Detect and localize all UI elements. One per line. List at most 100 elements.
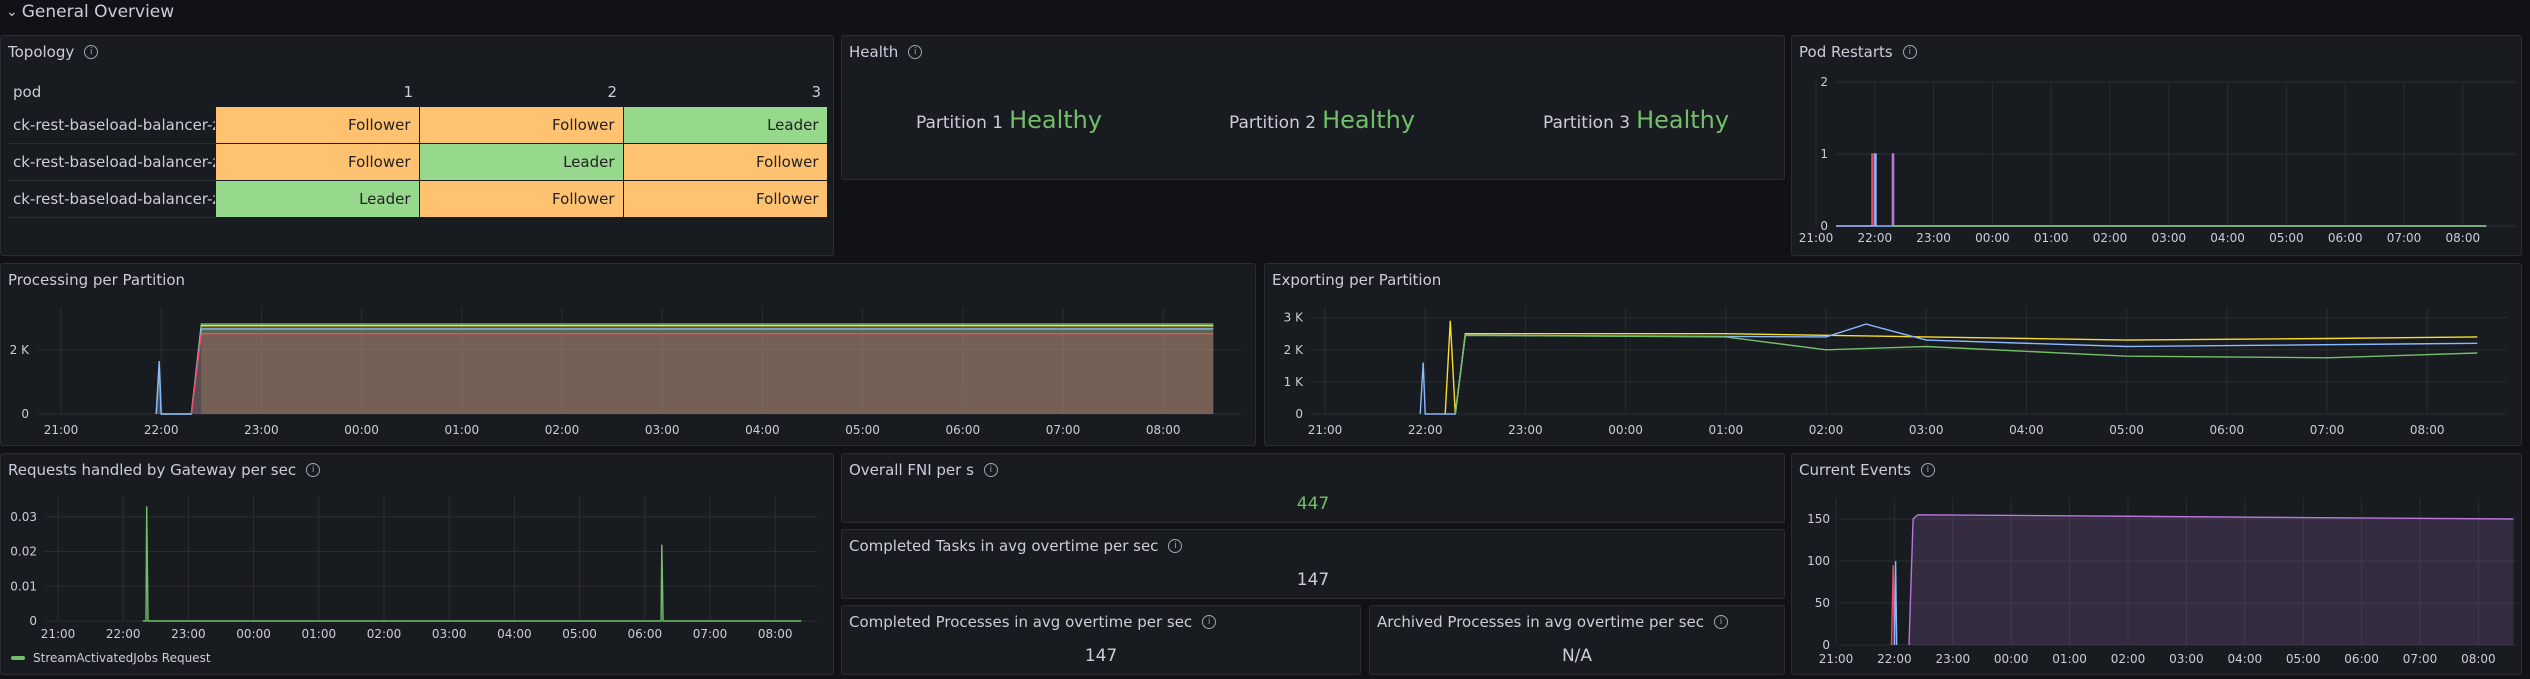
role-cell: Leader bbox=[622, 106, 828, 144]
x-tick-label: 00:00 bbox=[1994, 652, 2029, 666]
role-cell: Follower bbox=[214, 143, 420, 181]
health-panel: Health i Partition 1 Healthy Partition 2 … bbox=[841, 35, 1785, 180]
completed-processes-value: 147 bbox=[1084, 646, 1118, 666]
info-icon[interactable]: i bbox=[84, 45, 99, 59]
legend-swatch bbox=[11, 656, 25, 660]
requests-chart[interactable]: 0 0.01 0.02 0.03 21:00 22:00 23:00 00:00 01:00 02… bbox=[1, 484, 833, 649]
info-icon[interactable]: i bbox=[908, 45, 923, 59]
x-tick-label: 21:00 bbox=[1819, 652, 1854, 666]
processing-panel: Processing per Partition 0 2 K 21:00 22:00 2… bbox=[0, 263, 1256, 446]
x-tick-label: 00:00 bbox=[236, 627, 271, 641]
series-area bbox=[1909, 514, 2514, 645]
x-tick-label: 05:00 bbox=[845, 423, 880, 437]
role-cell: Leader bbox=[418, 143, 624, 181]
x-tick-label: 01:00 bbox=[1709, 423, 1744, 437]
legend-item[interactable]: StreamActivatedJobs Request bbox=[11, 651, 211, 665]
topology-table: pod 1 2 3 ck-rest-baseload-balancer-ze F… bbox=[8, 78, 828, 218]
current-events-panel: Current Events i 0 50 100 150 21:00 22:00 23:00… bbox=[1791, 453, 2522, 675]
y-tick-label: 50 bbox=[1815, 596, 1830, 610]
column-header[interactable]: 1 bbox=[215, 78, 419, 107]
row-title: General Overview bbox=[21, 2, 175, 22]
pod-restarts-chart[interactable]: 01221:00 22:00 23:00 00:00 01:00 02:00 03:00 04… bbox=[1792, 70, 2521, 255]
x-tick-label: 22:00 bbox=[1877, 652, 1912, 666]
x-tick-label: 07:00 bbox=[1046, 423, 1081, 437]
series-line bbox=[1454, 334, 2478, 415]
x-tick-label: 22:00 bbox=[144, 423, 179, 437]
exporting-panel: Exporting per Partition 0 1 K 2 K 3 K 21:00 2… bbox=[1264, 263, 2522, 446]
role-cell: Follower bbox=[418, 106, 624, 144]
y-tick-label: 100 bbox=[1807, 554, 1830, 568]
y-tick-label: 2 K bbox=[10, 343, 30, 357]
y-tick-label: 3 K bbox=[1284, 311, 1304, 325]
x-tick-label: 23:00 bbox=[171, 627, 206, 641]
info-icon[interactable]: i bbox=[1202, 615, 1217, 629]
panel-title: Archived Processes in avg overtime per s… bbox=[1377, 613, 1705, 631]
info-icon[interactable]: i bbox=[1168, 539, 1183, 553]
role-cell: Leader bbox=[214, 180, 420, 218]
info-icon[interactable]: i bbox=[306, 463, 321, 477]
x-tick-label: 21:00 bbox=[1308, 423, 1343, 437]
x-tick-label: 04:00 bbox=[2210, 231, 2245, 245]
health-value: Healthy bbox=[1009, 106, 1103, 134]
x-tick-label: 07:00 bbox=[693, 627, 728, 641]
x-tick-label: 22:00 bbox=[106, 627, 141, 641]
health-partition-3: Partition 3 Healthy bbox=[1543, 106, 1729, 134]
pod-restarts-panel: Pod Restarts i 0 1 2 21:00 22:00 23:00 00:00 01:… bbox=[1791, 35, 2522, 256]
panel-title: Topology bbox=[8, 43, 75, 61]
archived-processes-value: N/A bbox=[1561, 646, 1593, 666]
health-label: Partition 1 bbox=[916, 113, 1004, 133]
x-tick-label: 07:00 bbox=[2310, 423, 2345, 437]
x-tick-label: 01:00 bbox=[302, 627, 337, 641]
x-tick-label: 00:00 bbox=[1975, 231, 2010, 245]
completed-processes-panel: Completed Processes in avg overtime per … bbox=[841, 605, 1361, 675]
y-tick-label: 2 bbox=[1820, 75, 1828, 89]
fni-panel: Overall FNI per s i 447 bbox=[841, 453, 1785, 523]
row-header-general-overview[interactable]: ⌄ General Overview bbox=[6, 0, 174, 24]
x-tick-label: 03:00 bbox=[1909, 423, 1944, 437]
x-tick-label: 08:00 bbox=[2410, 423, 2445, 437]
x-tick-label: 01:00 bbox=[2052, 652, 2087, 666]
legend-label: StreamActivatedJobs Request bbox=[33, 651, 211, 665]
info-icon[interactable]: i bbox=[1902, 45, 1917, 59]
y-tick-label: 0.02 bbox=[10, 545, 37, 559]
x-tick-label: 23:00 bbox=[1508, 423, 1543, 437]
y-tick-label: 0 bbox=[1295, 407, 1303, 421]
x-tick-label: 21:00 bbox=[44, 423, 79, 437]
info-icon[interactable]: i bbox=[983, 463, 998, 477]
x-tick-label: 08:00 bbox=[2446, 231, 2481, 245]
chevron-down-icon: ⌄ bbox=[6, 4, 18, 20]
archived-processes-panel: Archived Processes in avg overtime per s… bbox=[1369, 605, 1785, 675]
x-tick-label: 05:00 bbox=[2109, 423, 2144, 437]
panel-title: Processing per Partition bbox=[8, 271, 186, 289]
x-tick-label: 06:00 bbox=[2210, 423, 2245, 437]
info-icon[interactable]: i bbox=[1714, 615, 1729, 629]
exporting-chart[interactable]: 0 1 K 2 K 3 K 21:00 22:00 23:00 00:00 01:00 02:00… bbox=[1265, 296, 2521, 446]
info-icon[interactable]: i bbox=[1920, 463, 1935, 477]
series-line bbox=[1836, 153, 1874, 227]
health-label: Partition 3 bbox=[1543, 113, 1631, 133]
x-tick-label: 00:00 bbox=[344, 423, 379, 437]
column-header[interactable]: pod bbox=[8, 78, 215, 107]
x-tick-label: 06:00 bbox=[628, 627, 663, 641]
x-tick-label: 06:00 bbox=[2328, 231, 2363, 245]
y-tick-label: 1 bbox=[1820, 147, 1828, 161]
x-tick-label: 22:00 bbox=[1858, 231, 1893, 245]
pod-name: ck-rest-baseload-balancer-ze bbox=[8, 106, 215, 144]
x-tick-label: 02:00 bbox=[2111, 652, 2146, 666]
series-area bbox=[191, 333, 1214, 414]
x-tick-label: 23:00 bbox=[1916, 231, 1951, 245]
column-header[interactable]: 3 bbox=[623, 78, 827, 107]
x-tick-label: 03:00 bbox=[2169, 652, 2204, 666]
x-tick-label: 06:00 bbox=[946, 423, 981, 437]
topology-panel: Topology i pod 1 2 3 ck-rest-baseload-bal… bbox=[0, 35, 834, 256]
requests-panel: Requests handled by Gateway per sec i 0 0.… bbox=[0, 453, 834, 675]
column-header[interactable]: 2 bbox=[419, 78, 623, 107]
role-cell: Follower bbox=[622, 143, 828, 181]
current-events-chart[interactable]: 0 50 100 150 21:00 22:00 23:00 00:00 01:00 02:00 0… bbox=[1792, 486, 2521, 674]
x-tick-label: 02:00 bbox=[545, 423, 580, 437]
fni-value: 447 bbox=[1296, 494, 1330, 514]
processing-chart[interactable]: 0 2 K 21:00 22:00 23:00 00:00 01:00 02:00 03:00 0… bbox=[1, 296, 1255, 446]
x-tick-label: 21:00 bbox=[1799, 231, 1834, 245]
x-tick-label: 02:00 bbox=[1809, 423, 1844, 437]
x-tick-label: 08:00 bbox=[758, 627, 793, 641]
